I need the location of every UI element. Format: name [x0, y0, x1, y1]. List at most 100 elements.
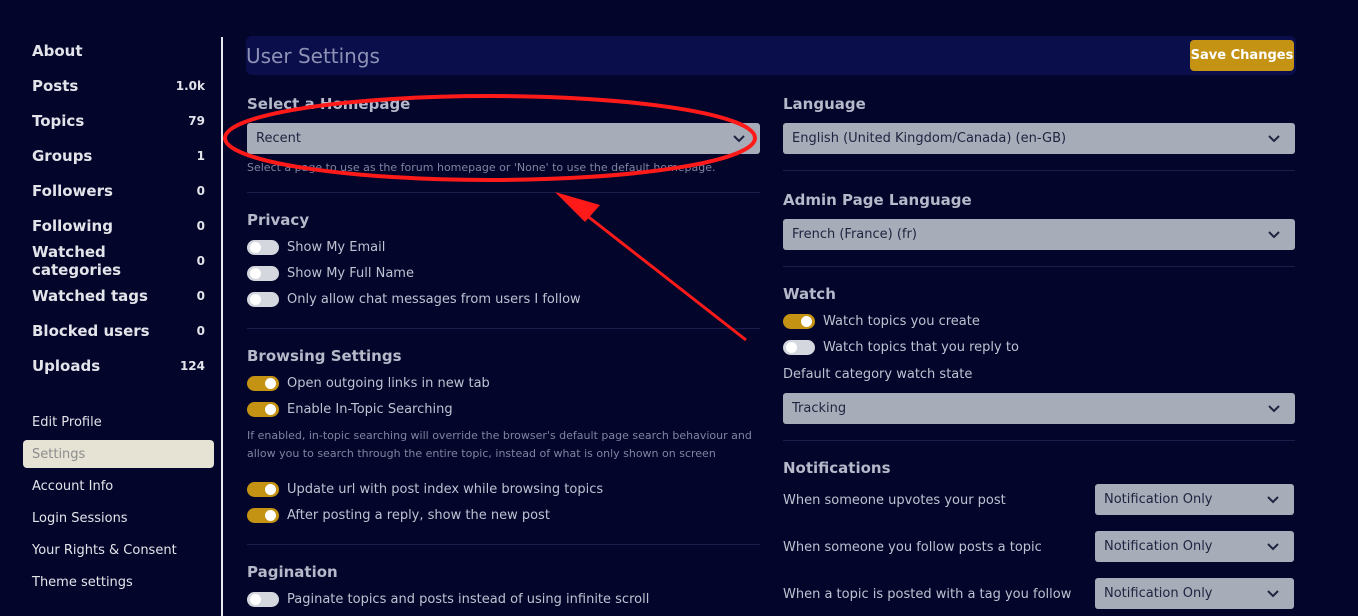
- toggle-label: Enable In-Topic Searching: [287, 402, 453, 417]
- toggle-show-new-post[interactable]: After posting a reply, show the new post: [247, 508, 550, 523]
- sidebar: About Posts 1.0k Topics 79 Groups 1 Followe…: [0, 0, 222, 616]
- watch-state-label: Default category watch state: [783, 367, 973, 382]
- sidebar-item-label: About: [32, 41, 83, 60]
- sidebar-link-rights-consent[interactable]: Your Rights & Consent: [23, 534, 214, 566]
- chevron-down-icon: [733, 135, 745, 143]
- sidebar-item-count: 124: [179, 358, 205, 373]
- homepage-select[interactable]: Recent: [247, 123, 760, 154]
- toggle-update-url[interactable]: Update url with post index while browsin…: [247, 482, 603, 497]
- sidebar-item-count: 1.0k: [175, 78, 205, 93]
- sidebar-item-label: Topics: [32, 111, 85, 130]
- sidebar-item-watched-categories[interactable]: Watched categories 0: [23, 242, 214, 279]
- notif-label-tag-topic: When a topic is posted with a tag you fo…: [783, 587, 1072, 602]
- toggle-show-email[interactable]: Show My Email: [247, 240, 385, 255]
- notif-select-tag-topic[interactable]: Notification Only: [1095, 578, 1294, 609]
- notif-select-upvote[interactable]: Notification Only: [1095, 484, 1294, 515]
- toggle-switch[interactable]: [247, 402, 279, 417]
- in-topic-search-help-1: If enabled, in-topic searching will over…: [247, 429, 752, 442]
- watch-title: Watch: [783, 285, 836, 303]
- toggle-switch[interactable]: [247, 240, 279, 255]
- sidebar-item-count: 79: [188, 113, 205, 128]
- toggle-in-topic-search[interactable]: Enable In-Topic Searching: [247, 402, 453, 417]
- watch-state-select-value: Tracking: [792, 401, 847, 416]
- sidebar-item-count: 1: [196, 148, 205, 163]
- sidebar-item-topics[interactable]: Topics 79: [23, 103, 214, 138]
- toggle-label: Watch topics you create: [823, 314, 980, 329]
- section-divider: [783, 266, 1295, 267]
- sidebar-item-count: 0: [196, 288, 205, 303]
- section-divider: [783, 440, 1295, 441]
- sidebar-item-label: Followers: [32, 181, 113, 200]
- sidebar-link-account-info[interactable]: Account Info: [23, 470, 214, 502]
- sidebar-link-settings[interactable]: Settings: [23, 440, 214, 468]
- toggle-switch[interactable]: [247, 292, 279, 307]
- toggle-switch[interactable]: [247, 592, 279, 607]
- annotation-arrow-shaft: [571, 202, 747, 342]
- sidebar-link-edit-profile[interactable]: Edit Profile: [23, 406, 214, 438]
- language-select-value: English (United Kingdom/Canada) (en-GB): [792, 131, 1067, 146]
- sidebar-item-label: Watched tags: [32, 286, 148, 305]
- sidebar-item-blocked-users[interactable]: Blocked users 0: [23, 313, 214, 348]
- section-divider: [247, 328, 760, 329]
- toggle-label: Update url with post index while browsin…: [287, 482, 604, 497]
- sidebar-item-label: Uploads: [32, 356, 101, 375]
- in-topic-search-help-2: allow you to search through the entire t…: [247, 447, 716, 460]
- sidebar-item-about[interactable]: About: [23, 33, 214, 68]
- account-nav: Edit Profile Settings Account Info Login…: [23, 406, 214, 598]
- sidebar-item-posts[interactable]: Posts 1.0k: [23, 68, 214, 103]
- sidebar-item-groups[interactable]: Groups 1: [23, 138, 214, 173]
- chevron-down-icon: [1267, 496, 1279, 504]
- watch-state-select[interactable]: Tracking: [783, 393, 1295, 424]
- admin-language-title: Admin Page Language: [783, 191, 972, 209]
- chevron-down-icon: [1268, 231, 1280, 239]
- language-select[interactable]: English (United Kingdom/Canada) (en-GB): [783, 123, 1295, 154]
- sidebar-item-uploads[interactable]: Uploads 124: [23, 348, 214, 383]
- pagination-title: Pagination: [247, 563, 338, 581]
- homepage-help: Select a page to use as the forum homepa…: [247, 161, 716, 174]
- sidebar-item-following[interactable]: Following 0: [23, 208, 214, 243]
- toggle-show-full-name[interactable]: Show My Full Name: [247, 266, 414, 281]
- homepage-select-value: Recent: [256, 131, 301, 146]
- chevron-down-icon: [1267, 590, 1279, 598]
- notif-select-value: Notification Only: [1104, 586, 1213, 601]
- admin-language-select[interactable]: French (France) (fr): [783, 219, 1295, 250]
- sidebar-item-label: Posts: [32, 76, 79, 95]
- toggle-paginate[interactable]: Paginate topics and posts instead of usi…: [247, 592, 649, 607]
- sidebar-item-count: 0: [196, 218, 205, 233]
- toggle-chat-from-followed[interactable]: Only allow chat messages from users I fo…: [247, 292, 581, 307]
- sidebar-link-login-sessions[interactable]: Login Sessions: [23, 502, 214, 534]
- save-changes-button[interactable]: Save Changes: [1190, 40, 1294, 71]
- toggle-switch[interactable]: [247, 508, 279, 523]
- sidebar-item-watched-tags[interactable]: Watched tags 0: [23, 278, 214, 313]
- sidebar-link-theme-settings[interactable]: Theme settings: [23, 566, 214, 598]
- language-title: Language: [783, 95, 866, 113]
- chevron-down-icon: [1268, 135, 1280, 143]
- browsing-title: Browsing Settings: [247, 347, 402, 365]
- toggle-label: Paginate topics and posts instead of usi…: [287, 592, 650, 607]
- sidebar-item-label: Watched categories: [32, 242, 122, 279]
- sidebar-item-followers[interactable]: Followers 0: [23, 173, 214, 208]
- sidebar-item-count: 0: [196, 323, 205, 338]
- notif-label-upvote: When someone upvotes your post: [783, 493, 1006, 508]
- toggle-switch[interactable]: [247, 266, 279, 281]
- notif-select-follow-topic[interactable]: Notification Only: [1095, 531, 1294, 562]
- notif-label-follow-topic: When someone you follow posts a topic: [783, 540, 1042, 555]
- privacy-title: Privacy: [247, 211, 310, 229]
- notif-select-value: Notification Only: [1104, 492, 1213, 507]
- sidebar-divider: [221, 37, 223, 616]
- admin-language-select-value: French (France) (fr): [792, 227, 917, 242]
- toggle-switch[interactable]: [247, 482, 279, 497]
- toggle-watch-created[interactable]: Watch topics you create: [783, 314, 980, 329]
- sidebar-item-count: 0: [196, 253, 205, 268]
- toggle-switch[interactable]: [247, 376, 279, 391]
- annotation-arrowhead: [555, 192, 600, 222]
- sidebar-item-label: Following: [32, 216, 113, 235]
- toggle-label: Show My Email: [287, 240, 386, 255]
- toggle-label: Watch topics that you reply to: [823, 340, 1019, 355]
- toggle-label: Show My Full Name: [287, 266, 414, 281]
- toggle-switch[interactable]: [783, 340, 815, 355]
- toggle-watch-replied[interactable]: Watch topics that you reply to: [783, 340, 1019, 355]
- sidebar-item-count: 0: [196, 183, 205, 198]
- toggle-outgoing-new-tab[interactable]: Open outgoing links in new tab: [247, 376, 490, 391]
- toggle-switch[interactable]: [783, 314, 815, 329]
